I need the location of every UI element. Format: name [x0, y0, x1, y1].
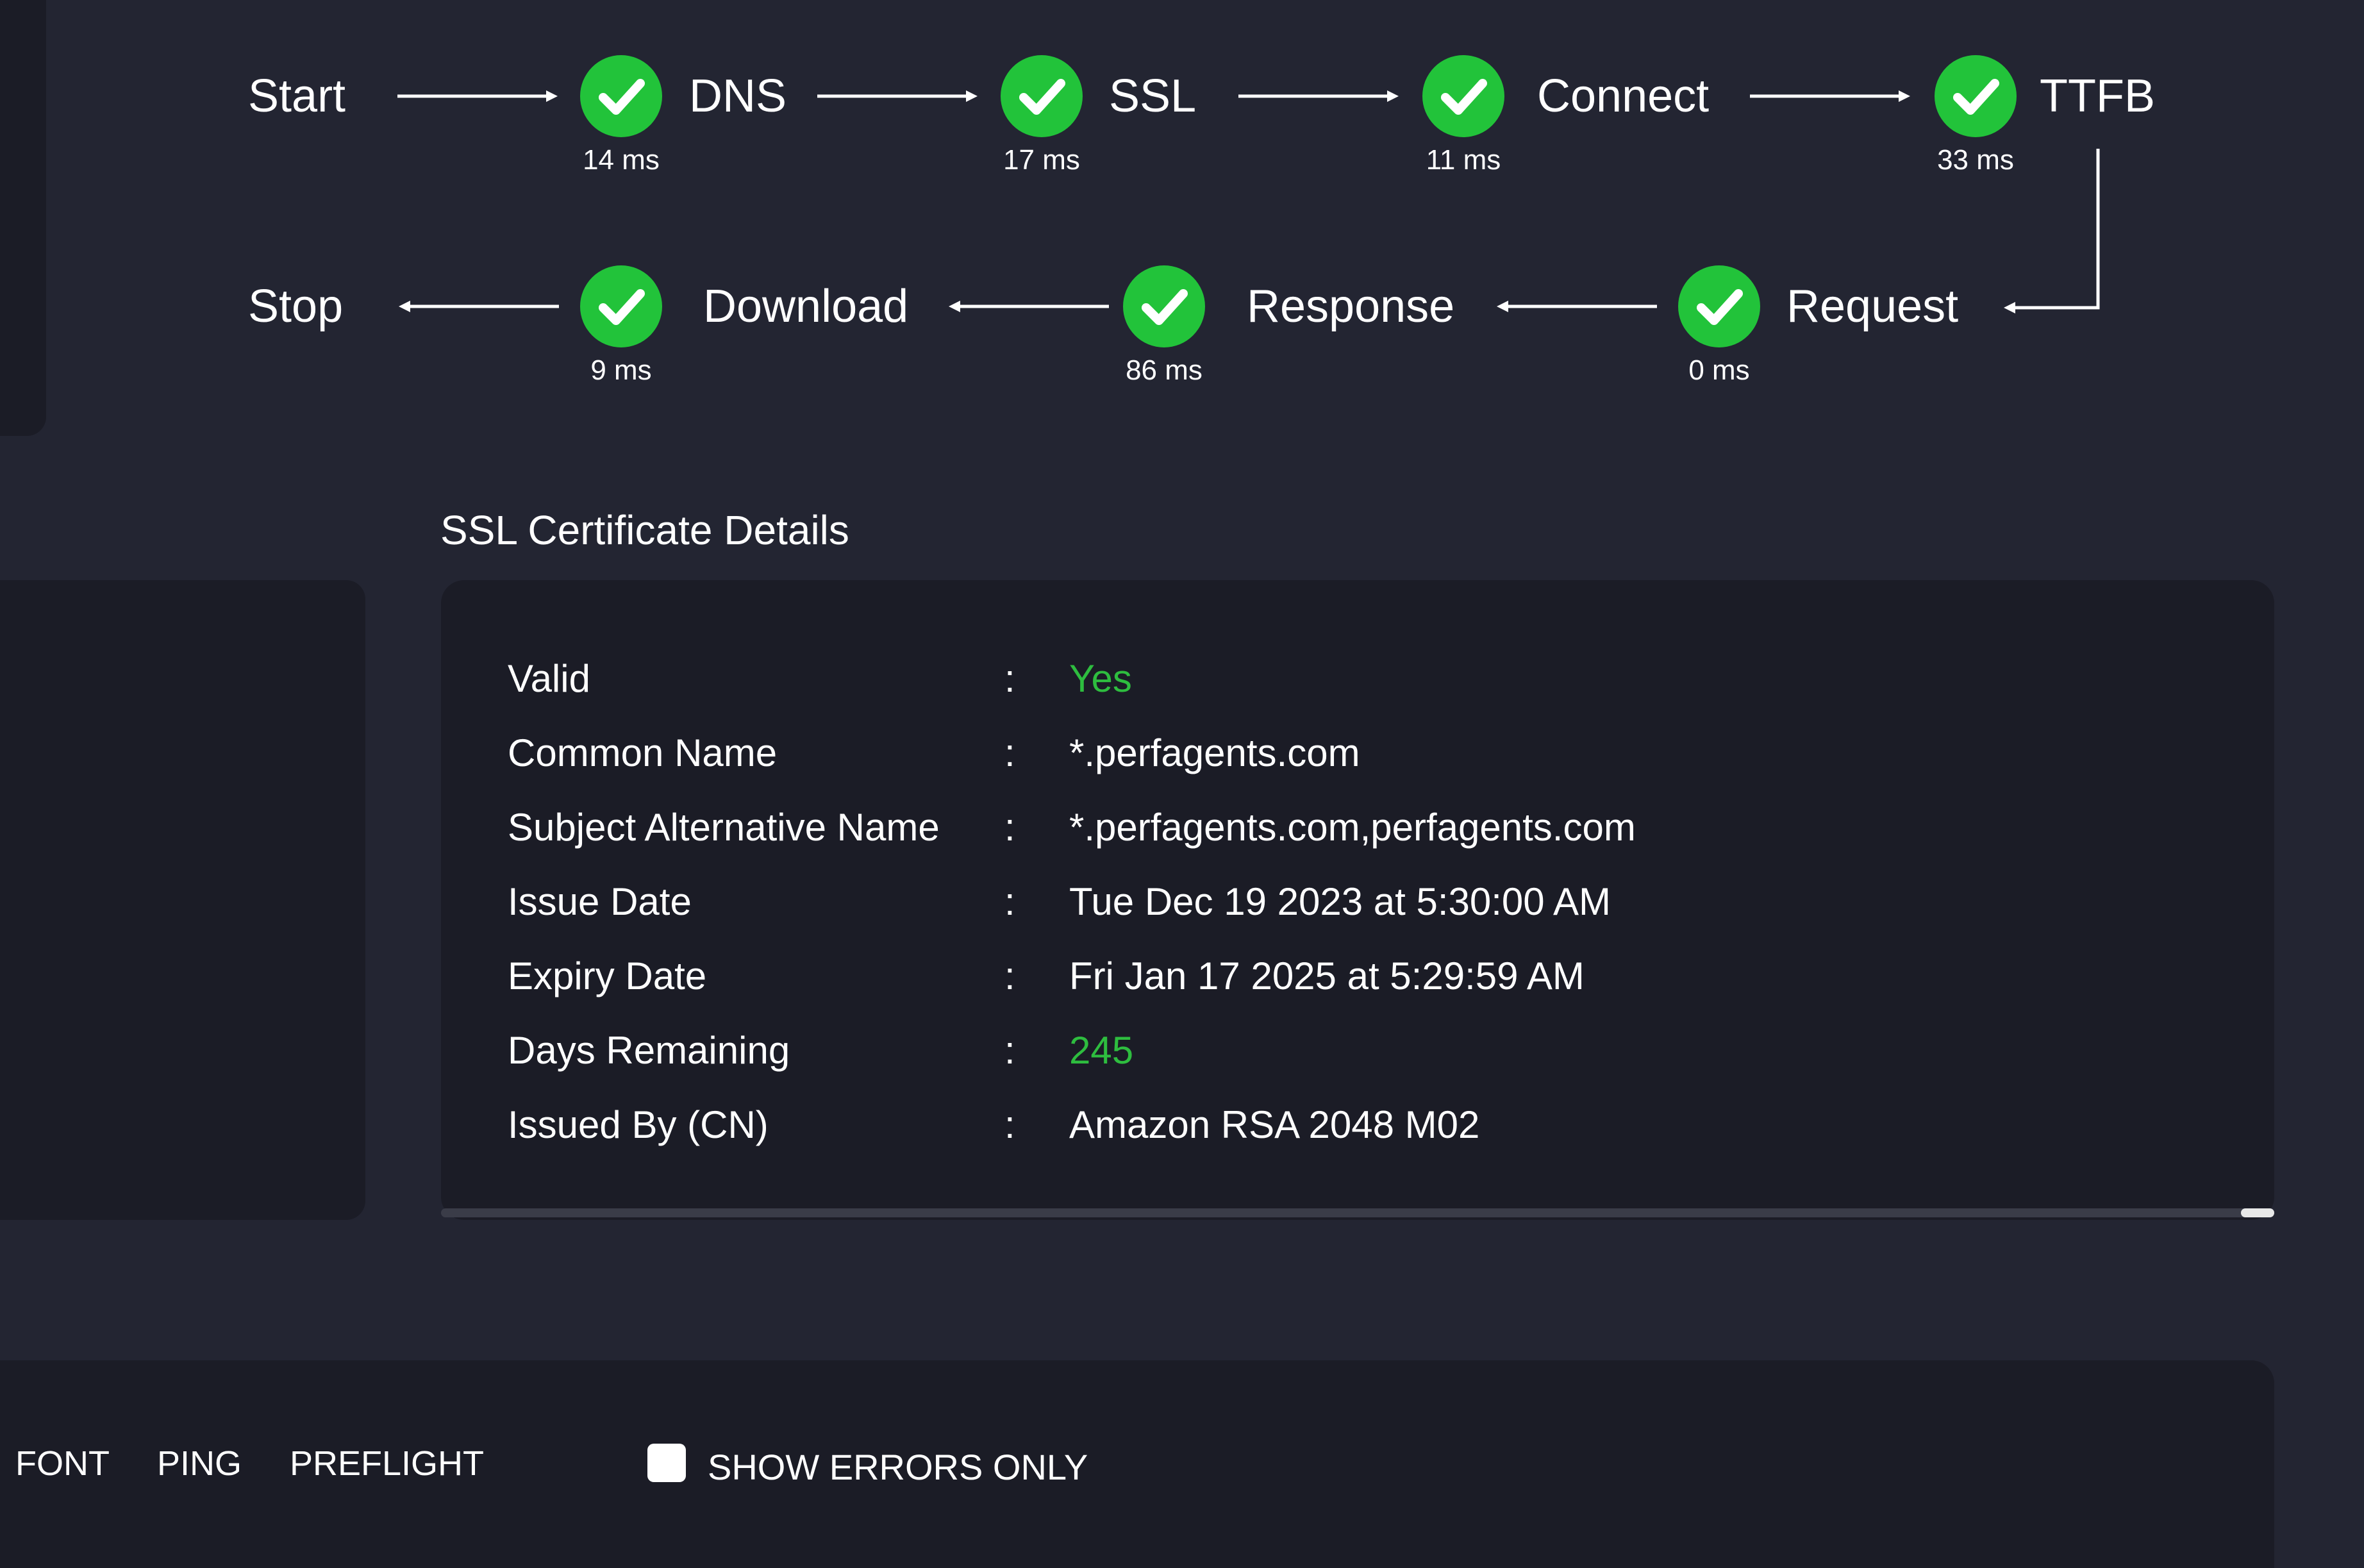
download-check-icon [580, 265, 662, 347]
step-label-request: Request [1786, 281, 1959, 332]
step-time-connect: 11 ms [1426, 144, 1501, 176]
arrow-right-icon [1750, 87, 1910, 105]
bottom-filter-panel: FONT PING PREFLIGHT SHOW ERRORS ONLY [0, 1360, 2274, 1568]
arrow-left-icon [399, 297, 559, 315]
tab-font[interactable]: FONT [15, 1444, 110, 1483]
tab-preflight[interactable]: PREFLIGHT [290, 1444, 484, 1483]
ssl-row-days-remaining: Days Remaining : 245 [508, 1025, 2238, 1076]
ssl-separator: : [1004, 806, 1015, 849]
arrow-right-icon [397, 87, 558, 105]
ssl-row-issued-by: Issued By (CN) : Amazon RSA 2048 M02 [508, 1099, 2238, 1151]
step-label-dns: DNS [689, 71, 787, 122]
arrow-right-icon [817, 87, 978, 105]
ssl-key: Days Remaining [508, 1029, 790, 1072]
ssl-row-issue-date: Issue Date : Tue Dec 19 2023 at 5:30:00 … [508, 876, 2238, 928]
dns-check-icon [580, 55, 662, 137]
ssl-key: Issue Date [508, 880, 692, 923]
ssl-certificate-card: Valid : Yes Common Name : *.perfagents.c… [441, 580, 2274, 1220]
step-time-dns: 14 ms [583, 144, 660, 176]
step-time-response: 86 ms [1126, 354, 1203, 386]
right-page-margin [2274, 0, 2364, 1568]
ssl-separator: : [1004, 731, 1015, 774]
request-timing-pipeline: Start DNS 14 ms SSL 17 ms Connect 11 ms … [0, 0, 2364, 423]
step-label-download: Download [703, 281, 909, 332]
pipeline-start-label: Start [248, 71, 346, 122]
ssl-value-expiry-date: Fri Jan 17 2025 at 5:29:59 AM [1069, 955, 1585, 997]
scrollbar-thumb[interactable] [2241, 1208, 2274, 1217]
ssl-separator: : [1004, 657, 1015, 700]
ssl-separator: : [1004, 880, 1015, 923]
left-side-card [0, 580, 365, 1220]
ssl-row-expiry-date: Expiry Date : Fri Jan 17 2025 at 5:29:59… [508, 951, 2238, 1002]
ssl-value-san: *.perfagents.com,perfagents.com [1069, 806, 1636, 849]
ssl-value-days-remaining: 245 [1069, 1029, 1134, 1072]
arrow-right-icon [1238, 87, 1399, 105]
step-label-connect: Connect [1537, 71, 1710, 122]
ssl-key: Issued By (CN) [508, 1103, 769, 1146]
ssl-value-issued-by: Amazon RSA 2048 M02 [1069, 1103, 1480, 1146]
ssl-key: Valid [508, 657, 590, 700]
ssl-separator: : [1004, 1029, 1015, 1072]
ssl-value-common-name: *.perfagents.com [1069, 731, 1360, 774]
ssl-key: Common Name [508, 731, 778, 774]
connect-check-icon [1422, 55, 1504, 137]
step-time-download: 9 ms [590, 354, 652, 386]
response-check-icon [1123, 265, 1205, 347]
ssl-row-valid: Valid : Yes [508, 653, 2238, 705]
ssl-key: Expiry Date [508, 955, 707, 997]
step-label-ssl: SSL [1109, 71, 1197, 122]
ttfb-check-icon [1935, 55, 2017, 137]
pipeline-stop-label: Stop [248, 281, 344, 332]
ssl-separator: : [1004, 955, 1015, 997]
tab-ping[interactable]: PING [157, 1444, 242, 1483]
connector-arrow-icon [1999, 149, 2101, 315]
step-time-ssl: 17 ms [1003, 144, 1080, 176]
show-errors-checkbox[interactable] [647, 1444, 686, 1482]
ssl-section-title: SSL Certificate Details [440, 507, 849, 553]
show-errors-label[interactable]: SHOW ERRORS ONLY [708, 1446, 1088, 1488]
ssl-separator: : [1004, 1103, 1015, 1146]
request-check-icon [1678, 265, 1760, 347]
ssl-check-icon [1001, 55, 1083, 137]
step-time-request: 0 ms [1688, 354, 1750, 386]
ssl-row-common-name: Common Name : *.perfagents.com [508, 728, 2238, 779]
ssl-key: Subject Alternative Name [508, 806, 940, 849]
ssl-row-san: Subject Alternative Name : *.perfagents.… [508, 802, 2238, 853]
ssl-value-valid: Yes [1069, 657, 1132, 700]
step-label-response: Response [1247, 281, 1455, 332]
step-label-ttfb: TTFB [2040, 71, 2155, 122]
ssl-value-issue-date: Tue Dec 19 2023 at 5:30:00 AM [1069, 880, 1611, 923]
arrow-left-icon [1497, 297, 1657, 315]
arrow-left-icon [949, 297, 1109, 315]
horizontal-scrollbar[interactable] [441, 1208, 2274, 1217]
